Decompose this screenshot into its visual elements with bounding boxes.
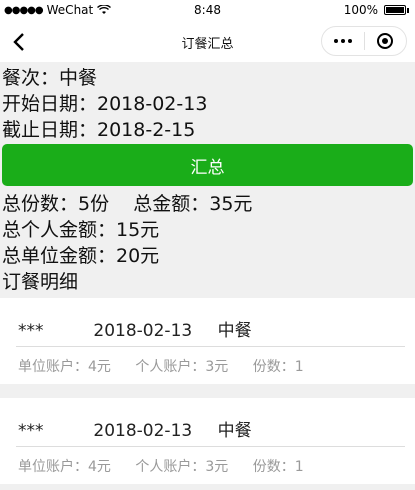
more-button[interactable] (322, 39, 364, 43)
totals-line: 总份数：5份 总金额：35元 (2, 193, 253, 215)
battery-percent: 100% (343, 3, 378, 17)
order-details: 单位账户：4元 个人账户：3元 份数：1 (18, 356, 324, 376)
more-dot-icon (341, 39, 345, 43)
order-count: 份数：1 (252, 459, 304, 475)
order-header: *** 2018-02-13 中餐 (18, 416, 252, 441)
personal-account: 个人账户：3元 (135, 459, 229, 475)
order-date: 2018-02-13 (93, 321, 193, 341)
personal-account: 个人账户：3元 (135, 359, 229, 375)
close-button[interactable] (365, 33, 406, 49)
detail-title: 订餐明细 (2, 271, 79, 293)
order-meal: 中餐 (217, 321, 252, 341)
order-card[interactable]: *** 2018-02-13 中餐 单位账户：4元 个人账户：3元 份数：1 (0, 398, 415, 484)
order-date: 2018-02-13 (93, 421, 193, 441)
target-icon (377, 33, 394, 49)
battery-tip (407, 7, 409, 13)
personal-total-label: 总个人金额：15元 (2, 219, 160, 241)
meal-label: 餐次：中餐 (2, 67, 98, 89)
more-dot-icon (348, 39, 352, 43)
divider (16, 446, 405, 447)
mini-program-capsule (321, 26, 407, 56)
more-dot-icon (334, 39, 338, 43)
summary-button[interactable]: 汇总 (2, 144, 413, 186)
order-card[interactable]: *** 2018-02-13 中餐 单位账户：4元 个人账户：3元 份数：1 (0, 298, 415, 384)
order-name: *** (18, 321, 44, 341)
end-date-label: 截止日期：2018-2-15 (2, 119, 196, 141)
status-bar: ●●●●● WeChat 8:48 100% (0, 0, 415, 22)
unit-account: 单位账户：4元 (18, 459, 111, 475)
order-details: 单位账户：4元 个人账户：3元 份数：1 (18, 456, 324, 476)
order-count: 份数：1 (252, 359, 304, 375)
unit-account: 单位账户：4元 (18, 359, 111, 375)
start-date-label: 开始日期：2018-02-13 (2, 93, 208, 115)
navigation-bar: 订餐汇总 (0, 22, 415, 62)
battery-status: 100% (344, 3, 409, 17)
order-meal: 中餐 (217, 421, 252, 441)
divider (16, 346, 405, 347)
unit-total-label: 总单位金额：20元 (2, 245, 160, 267)
battery-icon (384, 5, 406, 15)
order-name: *** (18, 421, 44, 441)
order-header: *** 2018-02-13 中餐 (18, 316, 252, 341)
